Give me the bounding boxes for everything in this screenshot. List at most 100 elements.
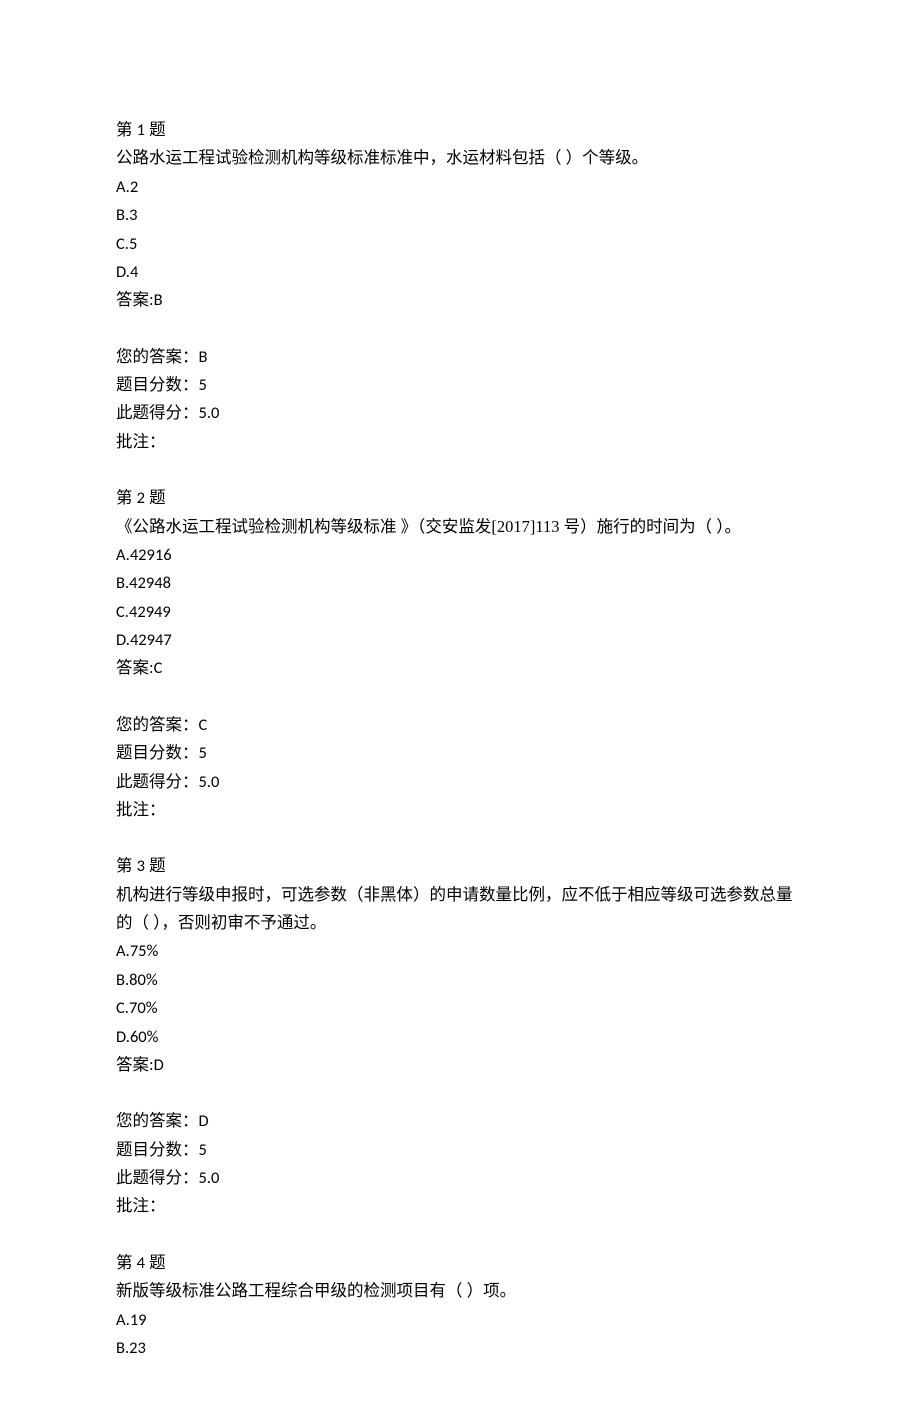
option-text: 5 — [129, 234, 137, 254]
question-score-label: 题目分数： — [116, 1140, 199, 1159]
option-text: 42947 — [130, 630, 172, 650]
earned-score-value: 5.0 — [199, 403, 220, 423]
option-a: A.42916 — [116, 541, 804, 569]
question-block: 第 2 题 《公路水运工程试验检测机构等级标准 》（交安监发[2017]113 … — [116, 484, 804, 683]
your-answer-value: C — [199, 715, 208, 735]
option-b: B.23 — [116, 1334, 804, 1362]
remark-label: 批注： — [116, 1196, 166, 1215]
option-label: C. — [116, 998, 129, 1018]
option-text: 23 — [129, 1338, 146, 1358]
option-label: A. — [116, 177, 130, 197]
option-label: D. — [116, 630, 130, 650]
question-heading: 第 1 题 — [116, 116, 804, 144]
answer-line: 答案:B — [116, 286, 804, 314]
your-answer-label: 您的答案： — [116, 715, 199, 734]
score-block: 您的答案：B 题目分数：5 此题得分：5.0 批注： — [116, 343, 804, 457]
document-page: 第 1 题 公路水运工程试验检测机构等级标准标准中，水运材料包括（ ）个等级。 … — [0, 0, 920, 1402]
earned-score-value: 5.0 — [199, 1168, 220, 1188]
question-stem: 机构进行等级申报时，可选参数（非黑体）的申请数量比例，应不低于相应等级可选参数总… — [116, 881, 804, 938]
remark-line: 批注： — [116, 428, 804, 456]
score-block: 您的答案：C 题目分数：5 此题得分：5.0 批注： — [116, 711, 804, 825]
question-prefix: 第 — [116, 120, 137, 139]
question-heading: 第 3 题 — [116, 852, 804, 880]
question-number: 1 — [137, 120, 145, 140]
earned-score-line: 此题得分：5.0 — [116, 768, 804, 796]
your-answer-value: D — [199, 1111, 209, 1131]
option-b: B.42948 — [116, 569, 804, 597]
answer-label: 答案: — [116, 290, 154, 309]
answer-value: D — [154, 1055, 164, 1075]
score-block: 您的答案：D 题目分数：5 此题得分：5.0 批注： — [116, 1107, 804, 1221]
question-suffix: 题 — [145, 856, 166, 875]
option-text: 80% — [129, 970, 158, 990]
option-d: D.42947 — [116, 626, 804, 654]
question-suffix: 题 — [145, 1253, 166, 1272]
option-a: A.2 — [116, 173, 804, 201]
option-d: D.60% — [116, 1023, 804, 1051]
question-prefix: 第 — [116, 856, 137, 875]
option-text: 42948 — [129, 573, 171, 593]
question-score-line: 题目分数：5 — [116, 1136, 804, 1164]
answer-label: 答案: — [116, 1055, 154, 1074]
question-suffix: 题 — [145, 120, 166, 139]
option-a: A.75% — [116, 937, 804, 965]
option-label: B. — [116, 205, 129, 225]
question-prefix: 第 — [116, 488, 137, 507]
option-c: C.70% — [116, 994, 804, 1022]
option-c: C.5 — [116, 230, 804, 258]
answer-line: 答案:C — [116, 654, 804, 682]
option-text: 42916 — [130, 545, 172, 565]
remark-line: 批注： — [116, 1192, 804, 1220]
option-label: A. — [116, 1310, 130, 1330]
answer-value: B — [154, 290, 163, 310]
option-text: 42949 — [129, 602, 171, 622]
option-d: D.4 — [116, 258, 804, 286]
remark-label: 批注： — [116, 432, 166, 451]
earned-score-label: 此题得分： — [116, 403, 199, 422]
question-number: 3 — [137, 856, 145, 876]
option-text: 70% — [129, 998, 158, 1018]
question-block: 第 1 题 公路水运工程试验检测机构等级标准标准中，水运材料包括（ ）个等级。 … — [116, 116, 804, 315]
question-number: 2 — [137, 488, 145, 508]
option-a: A.19 — [116, 1306, 804, 1334]
option-label: B. — [116, 970, 129, 990]
option-text: 75% — [130, 941, 159, 961]
your-answer-line: 您的答案：D — [116, 1107, 804, 1135]
answer-value: C — [154, 658, 163, 678]
question-stem: 新版等级标准公路工程综合甲级的检测项目有（ ）项。 — [116, 1277, 804, 1305]
option-label: B. — [116, 1338, 129, 1358]
option-text: 60% — [130, 1027, 159, 1047]
option-label: B. — [116, 573, 129, 593]
question-stem: 《公路水运工程试验检测机构等级标准 》（交安监发[2017]113 号）施行的时… — [116, 513, 804, 541]
your-answer-line: 您的答案：B — [116, 343, 804, 371]
question-score-line: 题目分数：5 — [116, 739, 804, 767]
earned-score-line: 此题得分：5.0 — [116, 399, 804, 427]
question-score-value: 5 — [199, 1140, 207, 1160]
question-stem: 公路水运工程试验检测机构等级标准标准中，水运材料包括（ ）个等级。 — [116, 144, 804, 172]
question-score-value: 5 — [199, 743, 207, 763]
answer-line: 答案:D — [116, 1051, 804, 1079]
option-text: 4 — [130, 262, 138, 282]
question-score-line: 题目分数：5 — [116, 371, 804, 399]
option-b: B.80% — [116, 966, 804, 994]
option-text: 19 — [130, 1310, 147, 1330]
question-heading: 第 2 题 — [116, 484, 804, 512]
option-b: B.3 — [116, 201, 804, 229]
option-c: C.42949 — [116, 598, 804, 626]
answer-label: 答案: — [116, 658, 154, 677]
question-block: 第 4 题 新版等级标准公路工程综合甲级的检测项目有（ ）项。 A.19 B.2… — [116, 1249, 804, 1363]
question-heading: 第 4 题 — [116, 1249, 804, 1277]
question-prefix: 第 — [116, 1253, 137, 1272]
question-score-value: 5 — [199, 375, 207, 395]
earned-score-label: 此题得分： — [116, 772, 199, 791]
option-label: C. — [116, 602, 129, 622]
earned-score-value: 5.0 — [199, 772, 220, 792]
question-number: 4 — [137, 1253, 145, 1273]
option-label: D. — [116, 1027, 130, 1047]
your-answer-label: 您的答案： — [116, 347, 199, 366]
remark-label: 批注： — [116, 800, 166, 819]
option-label: A. — [116, 545, 130, 565]
question-score-label: 题目分数： — [116, 375, 199, 394]
your-answer-value: B — [199, 347, 208, 367]
your-answer-line: 您的答案：C — [116, 711, 804, 739]
